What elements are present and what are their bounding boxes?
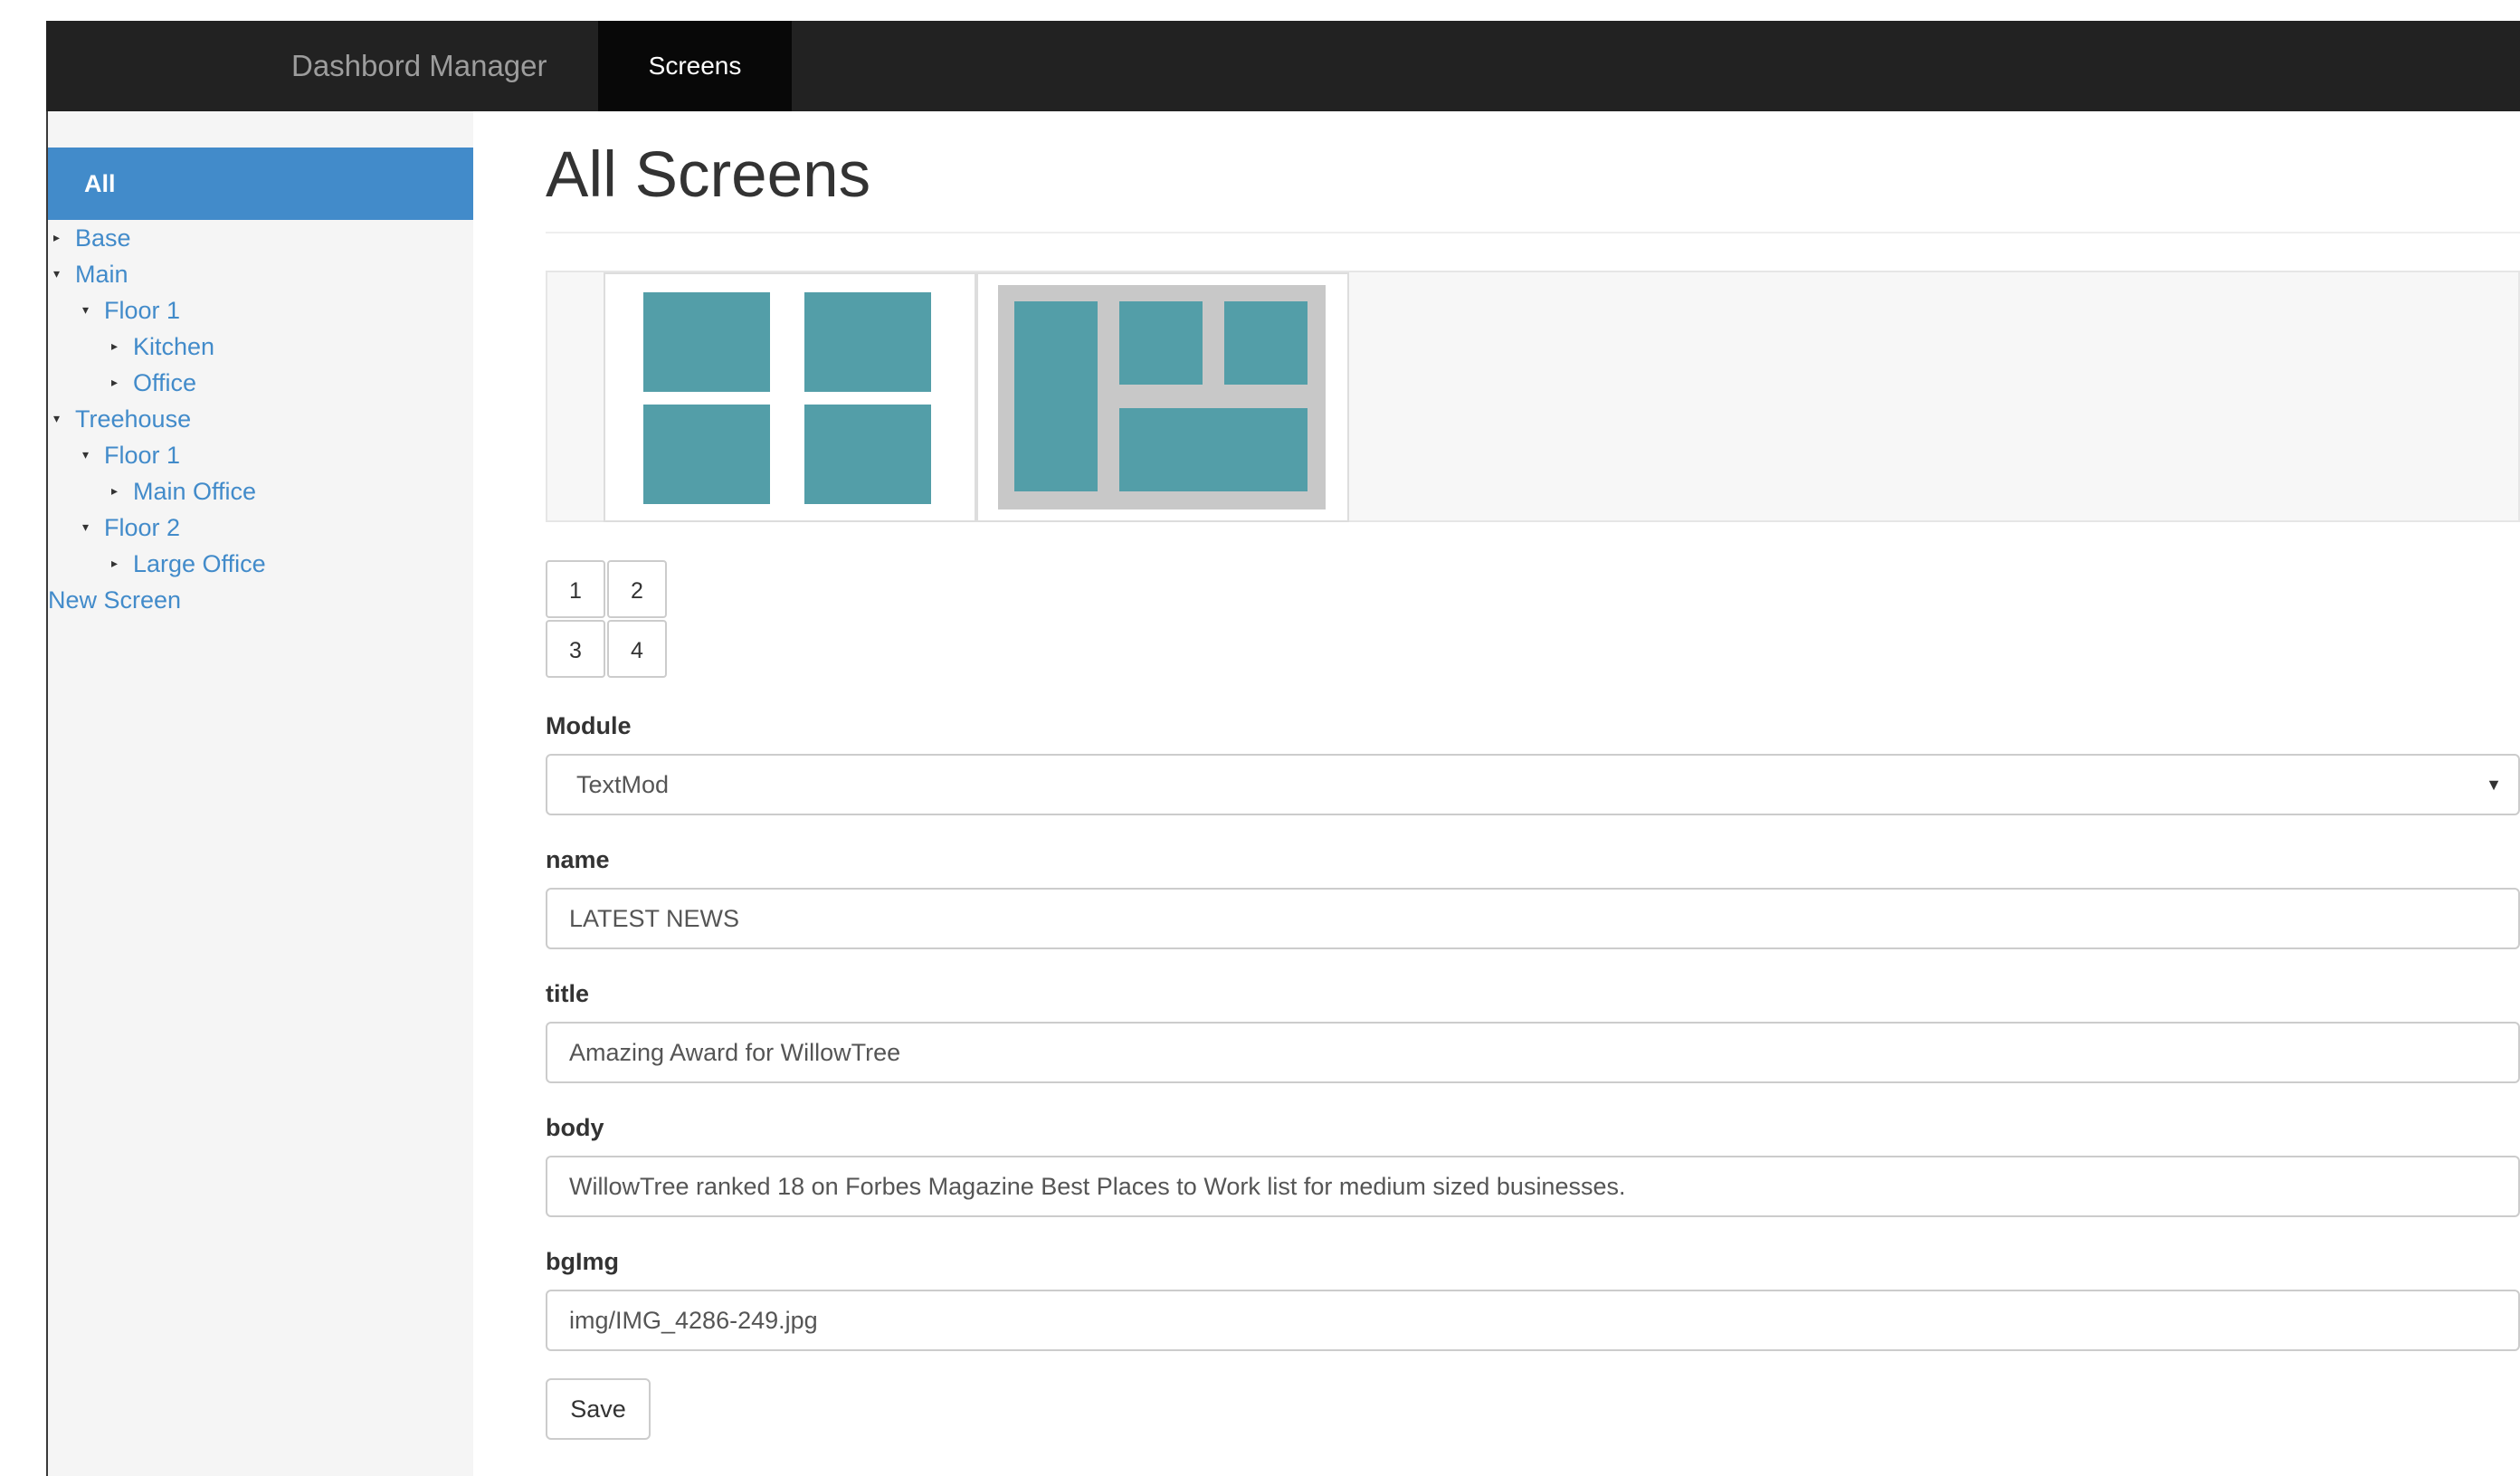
tree-item-main-floor-1[interactable]: ▾ Floor 1: [82, 292, 180, 329]
layout-tile: [643, 405, 770, 504]
body-label: body: [546, 1114, 604, 1141]
layout-gallery: [546, 271, 2520, 522]
title-input[interactable]: Amazing Award for WillowTree: [546, 1022, 2520, 1083]
layout-tile: [643, 292, 770, 392]
tree-item-main[interactable]: ▾ Main: [53, 256, 128, 292]
sidebar-item-all[interactable]: All: [48, 148, 473, 220]
selected-layout-highlight: [998, 285, 1326, 509]
tree-item-label: Office: [133, 369, 197, 396]
brand-title[interactable]: Dashbord Manager: [291, 21, 547, 111]
body-input[interactable]: WillowTree ranked 18 on Forbes Magazine …: [546, 1156, 2520, 1217]
module-label: Module: [546, 712, 632, 739]
title-label: title: [546, 980, 590, 1007]
region-button-4[interactable]: 4: [607, 620, 667, 678]
tree-item-label: Main: [75, 261, 128, 288]
tree-item-floor-2[interactable]: ▾ Floor 2: [82, 509, 180, 546]
bgimg-input[interactable]: img/IMG_4286-249.jpg: [546, 1290, 2520, 1351]
page-title: All Screens: [546, 139, 871, 211]
caret-right-icon[interactable]: ▸: [111, 364, 133, 400]
new-screen-link[interactable]: New Screen: [48, 582, 181, 618]
caret-down-icon[interactable]: ▾: [82, 509, 104, 545]
caret-down-icon[interactable]: ▾: [82, 291, 104, 328]
tree-item-large-office[interactable]: ▸ Large Office: [111, 546, 266, 582]
main-content: All Screens 1 2 3 4 Module TextMod ▼ nam…: [473, 111, 2520, 1476]
name-label: name: [546, 846, 610, 873]
tree-item-label: Treehouse: [75, 405, 192, 433]
tree-item-label: Floor 1: [104, 297, 181, 324]
tab-screens[interactable]: Screens: [598, 21, 792, 111]
tree-item-label: Main Office: [133, 478, 257, 505]
name-input[interactable]: LATEST NEWS: [546, 888, 2520, 949]
tree-item-treehouse-floor-1[interactable]: ▾ Floor 1: [82, 437, 180, 473]
caret-down-icon[interactable]: ▾: [82, 436, 104, 472]
sidebar: All ▸ Base ▾ Main ▾ Floor 1 ▸ Kitchen ▸ Offic…: [46, 111, 473, 1476]
tree-item-label: Large Office: [133, 550, 266, 577]
region-button-1[interactable]: 1: [546, 560, 605, 618]
layout-thumb-sidebar-split[interactable]: [976, 272, 1349, 522]
tree-item-base[interactable]: ▸ Base: [53, 220, 131, 256]
layout-tile: [1014, 301, 1098, 491]
layout-tile: [1224, 301, 1308, 385]
module-select-value: TextMod: [576, 771, 670, 798]
dropdown-arrow-icon: ▼: [2486, 776, 2502, 794]
layout-tile: [804, 405, 931, 504]
top-navbar: Dashbord Manager Screens: [46, 21, 2520, 111]
tree-item-label: Floor 1: [104, 442, 181, 469]
layout-thumb-grid-2x2[interactable]: [604, 272, 976, 522]
window-frame-left: [0, 0, 46, 1476]
region-selector: 1 2 3 4: [546, 560, 668, 682]
caret-right-icon[interactable]: ▸: [111, 472, 133, 509]
tree-item-treehouse[interactable]: ▾ Treehouse: [53, 401, 191, 437]
title-divider: [546, 232, 2520, 233]
layout-tile: [804, 292, 931, 392]
window-frame-top: [0, 0, 2520, 21]
tree-item-label: Base: [75, 224, 131, 252]
module-select[interactable]: TextMod ▼: [546, 754, 2520, 815]
layout-tile: [1119, 301, 1203, 385]
layout-tile: [1119, 408, 1308, 491]
caret-right-icon[interactable]: ▸: [111, 328, 133, 364]
tree-item-label: Kitchen: [133, 333, 215, 360]
tree-item-main-office[interactable]: ▸ Main Office: [111, 473, 256, 509]
bgimg-label: bgImg: [546, 1248, 619, 1275]
caret-down-icon[interactable]: ▾: [53, 400, 75, 436]
tree-item-office[interactable]: ▸ Office: [111, 365, 196, 401]
caret-down-icon[interactable]: ▾: [53, 255, 75, 291]
region-button-2[interactable]: 2: [607, 560, 667, 618]
caret-right-icon[interactable]: ▸: [111, 545, 133, 581]
tree-item-kitchen[interactable]: ▸ Kitchen: [111, 329, 214, 365]
caret-right-icon[interactable]: ▸: [53, 219, 75, 255]
region-button-3[interactable]: 3: [546, 620, 605, 678]
save-button[interactable]: Save: [546, 1378, 651, 1440]
tree-item-label: Floor 2: [104, 514, 181, 541]
